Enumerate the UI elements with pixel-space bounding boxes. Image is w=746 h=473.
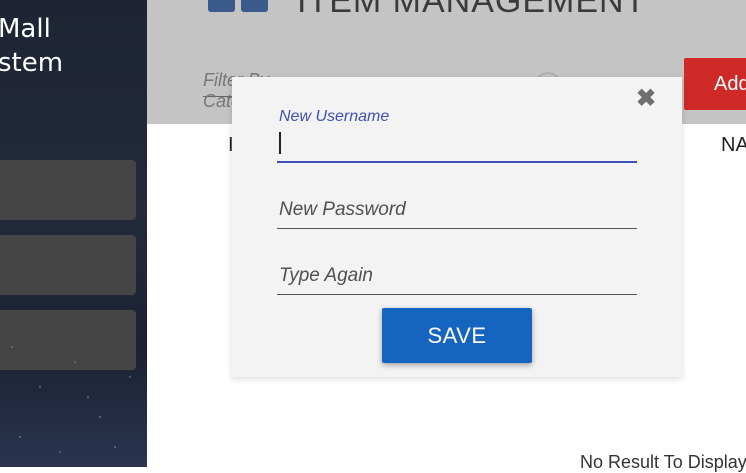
sidebar-item-1[interactable]: [0, 160, 136, 220]
app-title: Mall stem: [0, 14, 64, 78]
sidebar-item-2[interactable]: [0, 235, 136, 295]
password-underline: [277, 228, 637, 229]
username-label: New Username: [279, 108, 390, 125]
starfield-background: [0, 327, 147, 467]
confirm-underline: [277, 294, 637, 295]
change-credentials-dialog: ✖ New Username New Password Type Again S…: [232, 77, 682, 377]
add-item-button[interactable]: Add: [684, 58, 746, 110]
text-caret: [279, 132, 281, 154]
page-title: ITEM MANAGEMENT: [297, 0, 647, 20]
confirm-password-field[interactable]: Type Again: [277, 265, 637, 297]
save-button[interactable]: SAVE: [382, 308, 532, 363]
table-column-header-name: NA: [721, 134, 746, 156]
new-password-placeholder: New Password: [279, 199, 406, 220]
empty-table-message: No Result To Display: [580, 452, 746, 472]
confirm-password-placeholder: Type Again: [279, 265, 373, 286]
username-underline: [277, 161, 637, 163]
username-field[interactable]: New Username: [277, 108, 637, 164]
sidebar: Mall stem: [0, 0, 147, 467]
new-password-field[interactable]: New Password: [277, 199, 637, 231]
close-icon[interactable]: ✖: [636, 87, 656, 111]
item-management-icon: [208, 0, 268, 12]
